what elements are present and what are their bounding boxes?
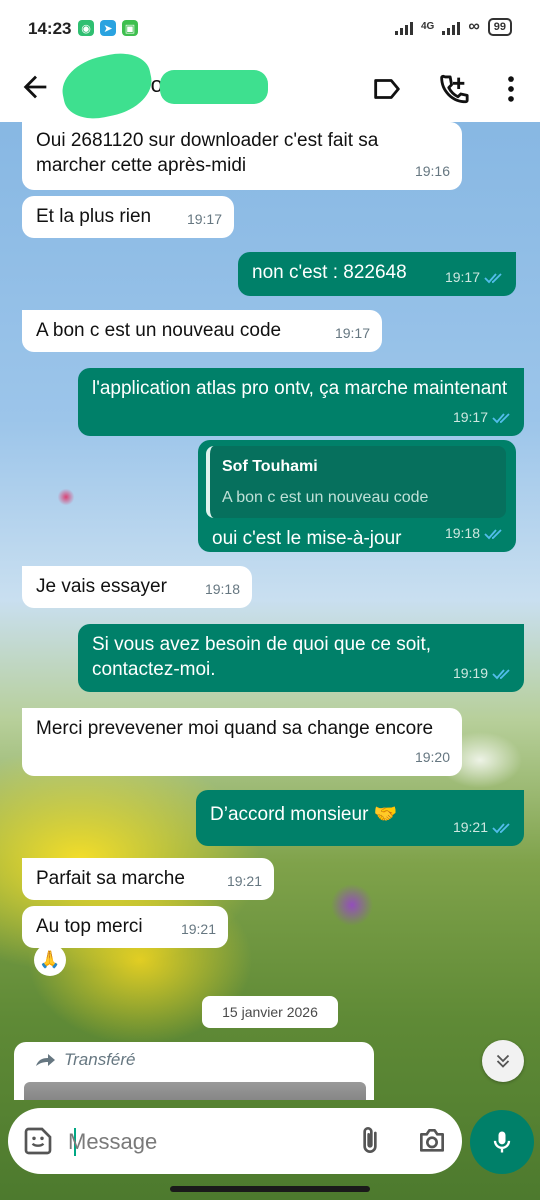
message-meta: 19:20	[415, 745, 450, 770]
link-icon: ∞	[468, 18, 480, 35]
message-text: D’accord monsieur 🤝	[210, 804, 398, 825]
message-text: non c'est : 822648	[252, 262, 407, 283]
quoted-message[interactable]: Sof Touhami A bon c est un nouveau code	[206, 446, 506, 518]
message-time: 19:17	[444, 269, 480, 285]
read-ticks-icon	[492, 822, 510, 833]
message-bubble[interactable]: A bon c est un nouveau code 19:17	[22, 310, 382, 352]
read-ticks-icon	[492, 668, 510, 679]
message-meta: 19:17	[187, 207, 222, 232]
message-meta: 19:18	[205, 577, 240, 602]
status-bar: 14:23 ◉ ➤ ▣ 4G ∞ 99	[0, 0, 540, 58]
message-text: Et la plus rien	[36, 206, 152, 227]
message-time: 19:17	[452, 409, 488, 425]
label-icon[interactable]	[370, 72, 404, 106]
double-chevron-down-icon	[496, 1054, 510, 1068]
camera-icon[interactable]	[416, 1125, 448, 1157]
message-text: Merci prevevener moi quand sa change enc…	[36, 718, 434, 739]
message-meta: 19:18	[445, 521, 504, 546]
forwarded-label: Transféré	[64, 1050, 136, 1069]
message-bubble[interactable]: Au top merci 19:21	[22, 906, 228, 948]
message-time: 19:17	[186, 211, 222, 227]
more-vert-icon[interactable]	[494, 72, 528, 106]
message-time: 19:20	[414, 749, 450, 765]
message-time: 19:16	[414, 163, 450, 179]
message-text: Je vais essayer	[36, 576, 167, 597]
message-meta: 19:16	[415, 159, 450, 184]
message-text: Parfait sa marche	[36, 868, 185, 889]
date-separator: 15 janvier 2026	[202, 996, 338, 1028]
message-bubble[interactable]: Merci prevevener moi quand sa change enc…	[22, 708, 462, 776]
message-app-icon: ▣	[122, 20, 138, 36]
notification-icons: ◉ ➤ ▣	[78, 20, 138, 36]
message-text: l'application atlas pro ontv, ça marche …	[92, 378, 508, 399]
message-bubble[interactable]: D’accord monsieur 🤝 19:21	[196, 790, 524, 846]
message-time: 19:21	[226, 873, 262, 889]
signal-icon	[395, 19, 413, 35]
message-bubble[interactable]: non c'est : 822648 19:17	[238, 252, 516, 296]
telegram-icon: ➤	[100, 20, 116, 36]
message-text: oui c'est le mise-à-jour	[212, 528, 402, 549]
message-meta: 19:21	[453, 815, 512, 840]
message-meta: 19:21	[227, 869, 262, 894]
message-bubble[interactable]: Et la plus rien 19:17	[22, 196, 234, 238]
message-time: 19:17	[334, 325, 370, 341]
status-right: 4G ∞ 99	[395, 18, 512, 36]
sticker-icon[interactable]	[22, 1125, 54, 1157]
message-meta: 19:17	[335, 321, 370, 346]
message-bubble[interactable]: Si vous avez besoin de quoi que ce soit,…	[78, 624, 524, 692]
redaction-mark	[56, 47, 158, 125]
message-time: 19:19	[452, 665, 488, 681]
message-time: 19:18	[204, 581, 240, 597]
add-call-icon[interactable]	[436, 72, 470, 106]
message-text: Si vous avez besoin de quoi que ce soit,…	[92, 634, 432, 680]
forwarded-message[interactable]: Transféré	[14, 1042, 374, 1100]
forwarded-media-preview[interactable]	[24, 1082, 366, 1100]
message-input[interactable]	[66, 1118, 340, 1166]
home-indicator	[170, 1186, 370, 1192]
signal-icon-2	[442, 19, 461, 35]
message-time: 19:21	[180, 921, 216, 937]
message-meta: 19:17	[445, 265, 504, 290]
back-arrow-icon[interactable]	[18, 70, 52, 104]
message-bubble[interactable]: l'application atlas pro ontv, ça marche …	[78, 368, 524, 436]
message-text: Oui 2681120 sur downloader c'est fait sa…	[36, 130, 379, 176]
chat-header: So	[0, 47, 540, 125]
attach-icon[interactable]	[354, 1125, 386, 1157]
message-composer	[8, 1108, 462, 1174]
message-reaction[interactable]: 🙏	[34, 944, 66, 976]
message-time: 19:18	[444, 525, 480, 541]
status-time: 14:23	[28, 19, 72, 38]
message-text: Au top merci	[36, 916, 143, 937]
message-list[interactable]: Oui 2681120 sur downloader c'est fait sa…	[0, 122, 540, 1100]
message-bubble[interactable]: Parfait sa marche 19:21	[22, 858, 274, 900]
read-ticks-icon	[484, 272, 502, 283]
scroll-to-bottom-button[interactable]	[482, 1040, 524, 1082]
battery-icon: 99	[487, 18, 512, 36]
message-bubble[interactable]: Sof Touhami A bon c est un nouveau code …	[198, 440, 516, 552]
message-text: A bon c est un nouveau code	[36, 320, 282, 341]
quoted-text: A bon c est un nouveau code	[222, 489, 429, 506]
message-bubble[interactable]: Oui 2681120 sur downloader c'est fait sa…	[22, 122, 462, 190]
read-ticks-icon	[484, 528, 502, 539]
microphone-icon	[493, 1131, 511, 1153]
voice-message-button[interactable]	[470, 1110, 534, 1174]
message-bubble[interactable]: Je vais essayer 19:18	[22, 566, 252, 608]
notification-app-icon: ◉	[78, 20, 94, 36]
read-ticks-icon	[492, 412, 510, 423]
message-meta: 19:19	[453, 661, 512, 686]
forward-icon	[36, 1054, 55, 1066]
message-meta: 19:21	[181, 917, 216, 942]
quoted-sender: Sof Touhami	[222, 458, 318, 475]
network-type: 4G	[421, 21, 435, 32]
message-meta: 19:17	[453, 405, 512, 430]
message-time: 19:21	[452, 819, 488, 835]
redaction-mark	[160, 70, 268, 104]
